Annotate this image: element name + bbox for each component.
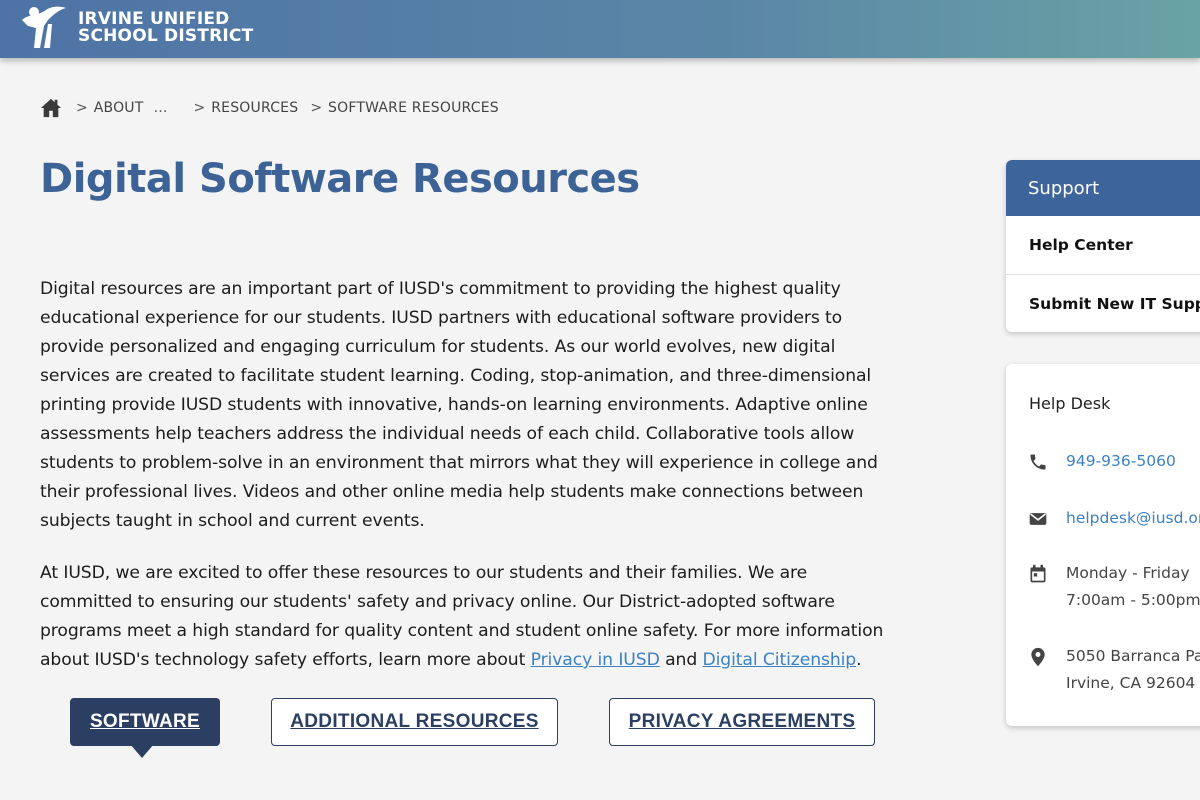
tab-software[interactable]: SOFTWARE [70,698,220,746]
help-desk-hours-row: Monday - Friday 7:00am - 5:00pm [1028,560,1200,614]
help-center-link[interactable]: Help Center [1006,216,1200,275]
breadcrumb-about[interactable]: ABOUT [94,100,144,116]
help-desk-hours-days: Monday - Friday [1066,564,1190,582]
breadcrumb-separator: > [76,100,88,116]
active-tab-pointer [130,744,154,758]
help-desk-email-row: helpdesk@iusd.org [1028,505,1200,532]
submit-it-support-link[interactable]: Submit New IT Support [1006,275,1200,332]
logo-line-2: SCHOOL DISTRICT [78,26,254,46]
site-header: IRVINE UNIFIED SCHOOL DISTRICT [0,0,1200,58]
help-desk-address-row: 5050 Barranca Par Irvine, CA 92604 [1028,643,1200,697]
home-icon[interactable] [40,97,62,119]
district-logo-text[interactable]: IRVINE UNIFIED SCHOOL DISTRICT [78,11,253,45]
tab-privacy-agreements[interactable]: PRIVACY AGREEMENTS [609,698,875,746]
iusd-logo-icon[interactable] [18,4,68,54]
help-desk-address-line1: 5050 Barranca Par [1066,647,1200,665]
page-title: Digital Software Resources [40,156,640,202]
help-desk-hours: Monday - Friday 7:00am - 5:00pm [1066,560,1200,614]
safety-paragraph-end: . [856,650,862,670]
support-card: Support Help Center Submit New IT Suppor… [1006,160,1200,332]
digital-citizenship-link[interactable]: Digital Citizenship [703,650,857,670]
phone-icon [1030,454,1046,470]
help-desk-address-line2: Irvine, CA 92604 [1066,674,1196,692]
map-pin-icon [1031,647,1045,667]
help-desk-address[interactable]: 5050 Barranca Par Irvine, CA 92604 [1066,643,1200,697]
privacy-in-iusd-link[interactable]: Privacy in IUSD [531,650,660,670]
help-desk-phone[interactable]: 949-936-5060 [1066,448,1176,475]
breadcrumb-separator: > [193,100,206,116]
support-card-header: Support [1006,160,1200,216]
intro-paragraph: Digital resources are an important part … [40,279,878,531]
breadcrumb-software-resources: SOFTWARE RESOURCES [328,100,499,116]
breadcrumb: > ABOUT … > RESOURCES > SOFTWARE RESOURC… [40,96,499,120]
envelope-icon [1029,513,1047,525]
help-desk-hours-time: 7:00am - 5:00pm [1066,591,1200,609]
breadcrumb-resources[interactable]: RESOURCES [211,100,298,116]
help-desk-phone-row: 949-936-5060 [1028,448,1176,475]
breadcrumb-separator: > [310,100,323,116]
breadcrumb-ellipsis[interactable]: … [154,100,168,116]
calendar-icon [1030,564,1046,583]
help-desk-card: Help Desk 949-936-5060 helpdesk@iusd.org… [1006,364,1200,726]
safety-paragraph: At IUSD, we are excited to offer these r… [40,559,900,675]
safety-paragraph-and: and [659,650,703,670]
tab-additional-resources[interactable]: ADDITIONAL RESOURCES [271,698,558,746]
help-desk-title: Help Desk [1029,394,1111,413]
help-desk-email[interactable]: helpdesk@iusd.org [1066,505,1200,532]
